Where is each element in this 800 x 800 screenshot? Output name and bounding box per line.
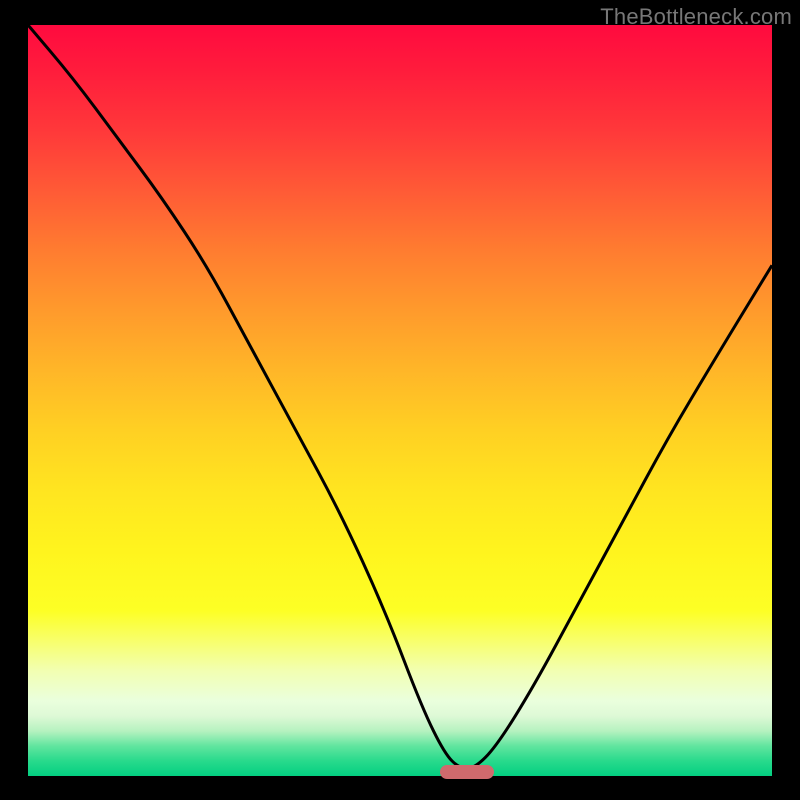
bottleneck-curve [28,25,772,776]
curve-path [28,25,772,769]
optimum-marker [440,765,494,779]
plot-area [28,25,772,776]
attribution-text: TheBottleneck.com [600,4,792,30]
chart-frame: TheBottleneck.com [0,0,800,800]
